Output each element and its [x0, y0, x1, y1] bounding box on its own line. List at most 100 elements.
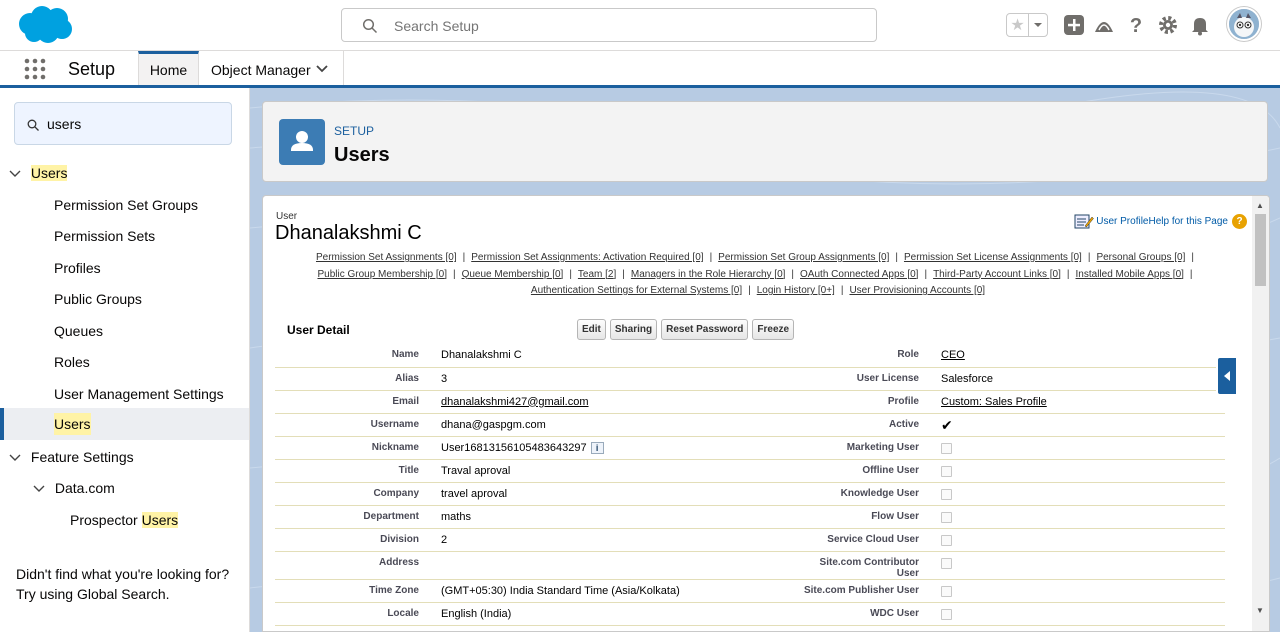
tab-object-manager[interactable]: Object Manager	[199, 51, 344, 85]
tree-item-profiles[interactable]: Profiles	[54, 257, 101, 279]
unchecked-checkbox-icon	[941, 511, 952, 523]
related-link[interactable]: Permission Set Assignments: Activation R…	[471, 252, 703, 263]
help-for-page-link[interactable]: Help for this Page	[1149, 216, 1229, 227]
related-link[interactable]: Login History [0+]	[757, 285, 835, 296]
page-title: Users	[334, 144, 390, 166]
field-value	[939, 602, 1225, 626]
field-label: Marketing User	[799, 436, 939, 460]
unchecked-checkbox-icon	[941, 585, 952, 597]
field-value-link[interactable]: dhanalakshmi427@gmail.com	[441, 396, 589, 408]
favorites-star-icon[interactable]: ★	[1007, 14, 1029, 36]
scrollbar[interactable]: ▲ ▼	[1252, 196, 1269, 631]
field-value	[939, 528, 1225, 552]
app-launcher-icon[interactable]	[24, 58, 46, 80]
user-profile-link[interactable]: User Profile	[1096, 216, 1148, 227]
chevron-down-icon[interactable]	[33, 484, 45, 494]
search-icon	[362, 18, 378, 34]
related-link[interactable]: Team [2]	[578, 269, 616, 280]
related-link[interactable]: Queue Membership [0]	[462, 269, 564, 280]
tree-item-users-section[interactable]: Users	[9, 162, 68, 184]
user-detail-frame: User Dhanalakshmi C User Profile Help fo…	[262, 195, 1270, 632]
tree-item-queues[interactable]: Queues	[54, 320, 103, 342]
edit-profile-icon[interactable]	[1074, 213, 1095, 230]
help-links: User Profile Help for this Page ?	[1074, 213, 1247, 230]
related-list-links: Permission Set Assignments [0] | Permissio…	[278, 250, 1238, 300]
tab-home[interactable]: Home	[138, 51, 199, 85]
tree-item-feature-settings[interactable]: Feature Settings	[9, 446, 134, 468]
tree-item-permission-set-groups[interactable]: Permission Set Groups	[54, 194, 198, 216]
reset-password-button[interactable]: Reset Password	[661, 319, 749, 340]
field-value: User16813156105483643297 i	[439, 436, 799, 460]
quick-find-input[interactable]	[47, 114, 217, 134]
field-value: dhana@gaspgm.com	[439, 413, 799, 437]
breadcrumb[interactable]: SETUP	[334, 124, 374, 138]
global-search[interactable]	[341, 8, 877, 42]
field-value-text: 3	[441, 372, 448, 385]
field-value-text: dhana@gaspgm.com	[441, 418, 546, 431]
field-value: English	[439, 625, 799, 631]
related-link[interactable]: Personal Groups [0]	[1096, 252, 1185, 263]
related-link[interactable]: User Provisioning Accounts [0]	[849, 285, 985, 296]
add-icon[interactable]	[1063, 14, 1085, 36]
scroll-down-arrow-icon[interactable]: ▼	[1256, 606, 1264, 615]
related-link[interactable]: Authentication Settings for External Sys…	[531, 285, 742, 296]
related-link[interactable]: Public Group Membership [0]	[317, 269, 447, 280]
favorites-chevron-down-icon[interactable]	[1029, 14, 1047, 36]
field-value: travel aproval	[439, 482, 799, 506]
panel-toggle-button[interactable]	[1216, 356, 1238, 396]
app-title: Setup	[68, 59, 116, 79]
field-label: Offline User	[799, 459, 939, 483]
avatar[interactable]	[1227, 7, 1261, 41]
section-title: User Detail	[287, 323, 350, 337]
field-value-link[interactable]: CEO	[941, 349, 965, 361]
help-question-icon[interactable]: ?	[1232, 214, 1247, 229]
search-input[interactable]	[394, 15, 854, 37]
tree-item-prospector-users[interactable]: Prospector Users	[70, 509, 179, 531]
sidebar-help-text: Didn't find what you're looking for? Try…	[16, 564, 229, 604]
related-link[interactable]: Installed Mobile Apps [0]	[1076, 269, 1184, 280]
scrollbar-thumb[interactable]	[1255, 214, 1266, 286]
help-icon[interactable]: ?	[1125, 14, 1147, 36]
field-value-link[interactable]: Custom: Sales Profile	[941, 396, 1047, 408]
context-bar: Setup Home Object Manager	[0, 51, 1280, 88]
scroll-up-arrow-icon[interactable]: ▲	[1256, 201, 1264, 210]
related-link[interactable]: Permission Set Assignments [0]	[316, 252, 457, 263]
related-link[interactable]: Permission Set Group Assignments [0]	[718, 252, 889, 263]
tree-item-roles[interactable]: Roles	[54, 351, 90, 373]
chevron-down-icon[interactable]	[315, 64, 329, 74]
related-link[interactable]: Managers in the Role Hierarchy [0]	[631, 269, 786, 280]
checkmark-icon: ✔	[941, 416, 953, 433]
tree-item-permission-sets[interactable]: Permission Sets	[54, 225, 155, 247]
favorites-group[interactable]: ★	[1006, 13, 1048, 37]
related-link[interactable]: Third-Party Account Links [0]	[933, 269, 1061, 280]
field-value	[939, 436, 1225, 460]
trailhead-icon[interactable]	[1093, 14, 1115, 36]
sharing-button[interactable]: Sharing	[609, 319, 658, 340]
field-value: (GMT+05:30) India Standard Time (Asia/Ko…	[439, 579, 799, 603]
detail-row: Username dhana@gaspgm.com Active ✔	[275, 413, 1225, 437]
salesforce-logo[interactable]	[16, 5, 74, 45]
related-link[interactable]: Permission Set License Assignments [0]	[904, 252, 1082, 263]
tree-item-data-com[interactable]: Data.com	[33, 477, 115, 499]
unchecked-checkbox-icon	[941, 608, 952, 620]
user-icon	[279, 119, 325, 165]
tree-item-user-management-settings[interactable]: User Management Settings	[54, 383, 224, 405]
info-icon[interactable]: i	[590, 441, 604, 454]
gear-icon[interactable]	[1157, 14, 1179, 36]
field-label: Role	[799, 344, 939, 368]
tree-item-users[interactable]: Users	[0, 408, 249, 440]
freeze-button[interactable]: Freeze	[752, 319, 795, 340]
field-label: Address	[275, 551, 439, 580]
link-separator: |	[1191, 252, 1194, 263]
detail-row: Department maths Flow User	[275, 505, 1225, 529]
tree-item-public-groups[interactable]: Public Groups	[54, 288, 142, 310]
field-label: Username	[275, 413, 439, 437]
related-link[interactable]: OAuth Connected Apps [0]	[800, 269, 918, 280]
quick-find[interactable]	[14, 102, 232, 145]
chevron-down-icon[interactable]	[9, 453, 21, 463]
bell-icon[interactable]	[1189, 14, 1211, 36]
chevron-down-icon[interactable]	[9, 169, 21, 179]
link-separator: |	[1066, 268, 1070, 280]
link-separator: |	[1087, 252, 1091, 263]
edit-button[interactable]: Edit	[577, 319, 606, 340]
